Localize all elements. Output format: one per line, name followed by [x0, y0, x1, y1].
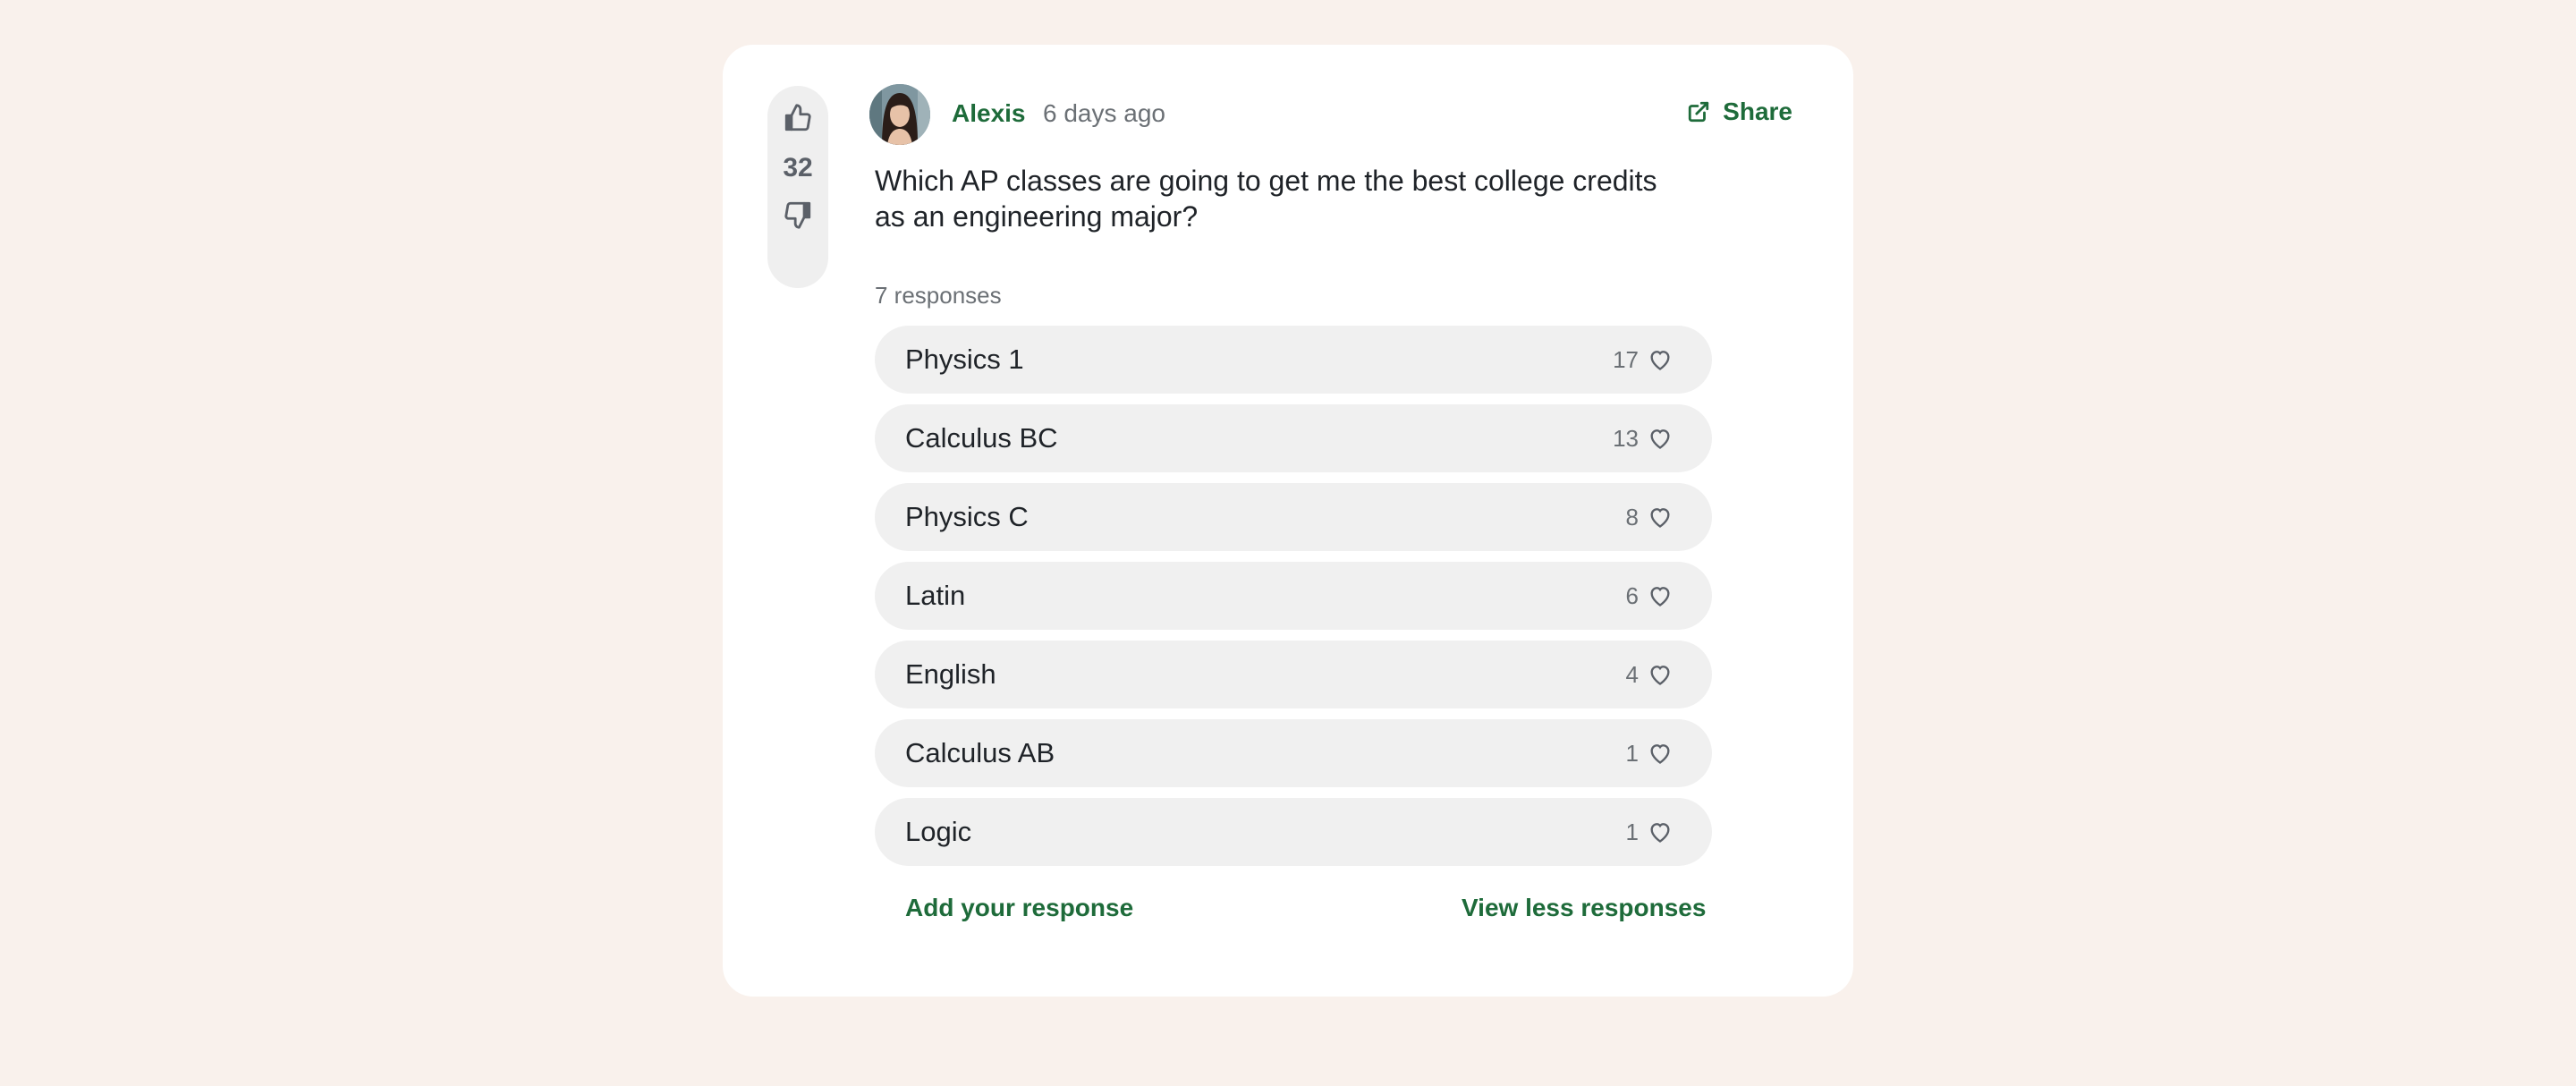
- share-label: Share: [1723, 98, 1792, 125]
- external-link-icon: [1689, 101, 1709, 123]
- heart-icon: [1650, 508, 1670, 528]
- thumbs-down-icon: [784, 201, 811, 229]
- heart-icon: [1650, 823, 1670, 843]
- response-item[interactable]: Physics C 8: [875, 483, 1712, 551]
- response-like-count: 1: [1625, 739, 1639, 767]
- downvote-button[interactable]: [780, 197, 816, 233]
- vote-column: 32: [767, 86, 828, 288]
- response-item[interactable]: Logic 1: [875, 798, 1712, 866]
- like-button[interactable]: [1648, 583, 1673, 608]
- view-less-responses-link[interactable]: View less responses: [1462, 893, 1706, 923]
- post-card: 32 Alexis 6 days ago Share Which AP clas…: [723, 45, 1853, 997]
- question-text: Which AP classes are going to get me the…: [875, 165, 1657, 233]
- response-like-count: 8: [1625, 503, 1639, 530]
- like-button[interactable]: [1648, 505, 1673, 530]
- response-item[interactable]: Calculus AB 1: [875, 719, 1712, 787]
- heart-icon: [1650, 744, 1670, 764]
- avatar-image: [869, 84, 930, 145]
- share-button[interactable]: Share: [1687, 97, 1792, 127]
- avatar[interactable]: [869, 84, 930, 145]
- response-label: English: [905, 658, 996, 690]
- like-button[interactable]: [1648, 662, 1673, 687]
- response-label: Physics C: [905, 501, 1029, 532]
- heart-icon: [1650, 429, 1670, 449]
- response-label: Calculus BC: [905, 422, 1058, 454]
- responses-count: 7 responses: [875, 282, 1002, 309]
- response-item[interactable]: Latin 6: [875, 562, 1712, 630]
- response-label: Calculus AB: [905, 737, 1055, 768]
- vote-count: 32: [783, 153, 813, 182]
- heart-icon: [1650, 587, 1670, 607]
- upvote-button[interactable]: [780, 100, 816, 136]
- like-button[interactable]: [1648, 347, 1673, 372]
- response-label: Physics 1: [905, 344, 1024, 375]
- response-label: Latin: [905, 580, 966, 611]
- response-like-count: 17: [1613, 345, 1639, 373]
- response-like-count: 13: [1613, 424, 1639, 452]
- post-timestamp: 6 days ago: [1043, 99, 1165, 127]
- response-like-count: 1: [1625, 818, 1639, 845]
- like-button[interactable]: [1648, 426, 1673, 451]
- add-response-link[interactable]: Add your response: [905, 893, 1133, 923]
- response-like-count: 6: [1625, 581, 1639, 609]
- like-button[interactable]: [1648, 819, 1673, 844]
- heart-icon: [1650, 666, 1670, 685]
- heart-icon: [1650, 351, 1670, 370]
- response-label: Logic: [905, 816, 972, 847]
- response-like-count: 4: [1625, 660, 1639, 688]
- author-name[interactable]: Alexis: [952, 98, 1026, 129]
- responses-list: Physics 1 17 Calculus BC 13 Physics C 8 …: [875, 326, 1712, 877]
- like-button[interactable]: [1648, 741, 1673, 766]
- response-item[interactable]: Physics 1 17: [875, 326, 1712, 394]
- response-item[interactable]: Calculus BC 13: [875, 404, 1712, 472]
- thumbs-up-icon: [784, 104, 811, 132]
- response-item[interactable]: English 4: [875, 641, 1712, 708]
